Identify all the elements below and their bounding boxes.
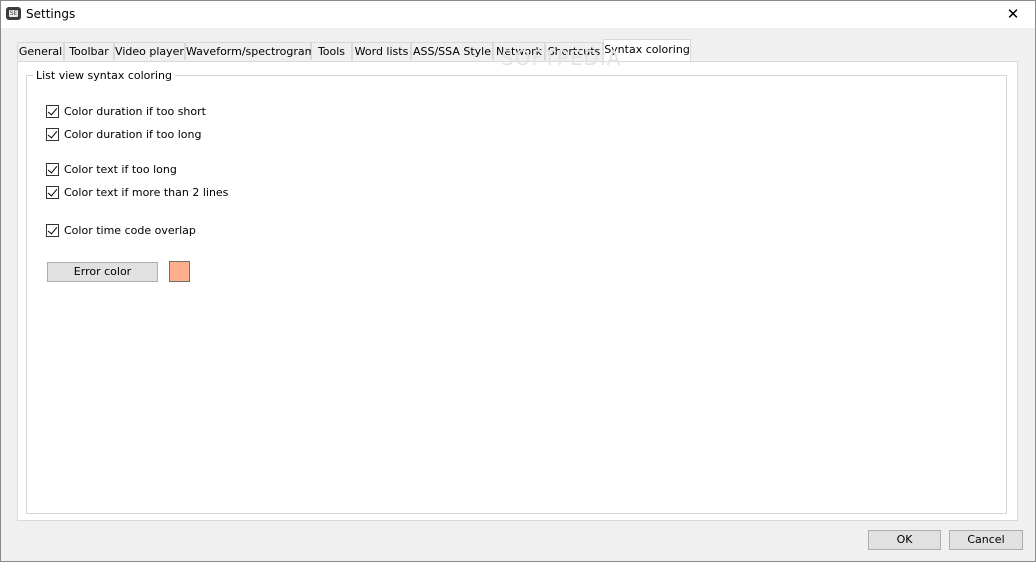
syntax-coloring-group: List view syntax coloring Color duration… (26, 69, 1007, 514)
check-label: Color text if too long (64, 163, 177, 176)
check-label: Color time code overlap (64, 224, 196, 237)
check-label: Color duration if too short (64, 105, 206, 118)
settings-window: SE Settings ✕ General Toolbar Video play… (0, 0, 1036, 562)
ok-button[interactable]: OK (868, 530, 941, 550)
checkbox[interactable] (46, 128, 59, 141)
watermark: SOFTPEDIA (501, 46, 622, 70)
app-icon: SE (6, 7, 21, 20)
checkbox[interactable] (46, 105, 59, 118)
tab-waveform-spectrogram[interactable]: Waveform/spectrogram (185, 42, 315, 60)
check-label: Color duration if too long (64, 128, 202, 141)
tab-toolbar[interactable]: Toolbar (64, 42, 114, 60)
group-title: List view syntax coloring (33, 69, 175, 82)
error-color-swatch[interactable] (169, 261, 190, 282)
tab-panel: List view syntax coloring Color duration… (17, 61, 1018, 521)
cancel-button[interactable]: Cancel (949, 530, 1023, 550)
tab-tools[interactable]: Tools (311, 42, 352, 60)
tab-general[interactable]: General (17, 42, 64, 60)
window-title: Settings (26, 7, 76, 21)
checkbox[interactable] (46, 224, 59, 237)
tab-video-player[interactable]: Video player (114, 42, 185, 60)
error-color-button[interactable]: Error color (47, 262, 158, 282)
close-button[interactable]: ✕ (991, 1, 1035, 28)
checkbox[interactable] (46, 163, 59, 176)
tab-ass-ssa-style[interactable]: ASS/SSA Style (411, 42, 493, 60)
check-label: Color text if more than 2 lines (64, 186, 229, 199)
tab-word-lists[interactable]: Word lists (352, 42, 411, 60)
checkbox[interactable] (46, 186, 59, 199)
title-bar: SE Settings ✕ (1, 1, 1035, 28)
